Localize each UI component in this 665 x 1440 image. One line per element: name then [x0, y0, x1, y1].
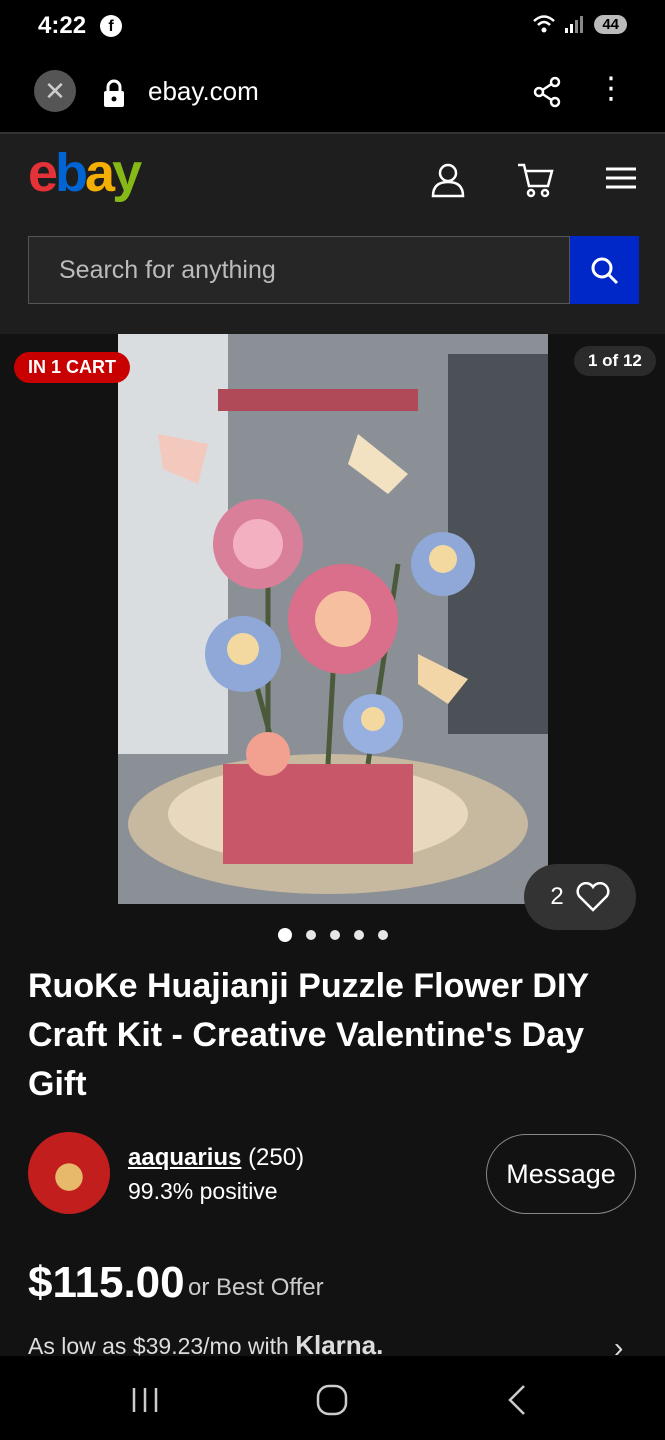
status-time: 4:22	[38, 12, 87, 39]
pagination-dot[interactable]	[354, 930, 364, 940]
recent-apps-icon[interactable]	[130, 1386, 160, 1414]
cart-icon[interactable]	[516, 162, 554, 198]
logo-letter-a: a	[85, 143, 115, 203]
pagination-dot[interactable]	[378, 930, 388, 940]
battery-indicator: 44	[594, 14, 627, 34]
item-title: RuoKe Huajianji Puzzle Flower DIY Craft …	[28, 967, 589, 1103]
ebay-logo[interactable]: ebay	[28, 142, 142, 204]
pagination-dot[interactable]	[330, 930, 340, 940]
logo-letter-e: e	[28, 143, 58, 203]
browser-toolbar: ✕ ebay.com ⋮	[0, 56, 665, 134]
hamburger-menu-icon[interactable]	[604, 166, 638, 192]
facebook-notification-icon: f	[100, 15, 122, 37]
pagination-dot[interactable]	[306, 930, 316, 940]
search-field-wrapper	[28, 236, 570, 304]
site-header: ebay	[0, 134, 665, 334]
search-icon	[591, 257, 619, 285]
signal-icon	[565, 16, 584, 33]
seller-name-link[interactable]: aaquarius	[128, 1144, 241, 1171]
logo-letter-b: b	[55, 143, 88, 203]
pagination-dot-active[interactable]	[278, 928, 292, 942]
search-button[interactable]	[570, 236, 639, 304]
logo-letter-y: y	[112, 143, 142, 203]
back-icon[interactable]	[506, 1384, 528, 1416]
seller-avatar[interactable]	[28, 1132, 110, 1214]
home-icon[interactable]	[316, 1384, 348, 1416]
in-cart-badge: IN 1 CART	[14, 352, 131, 383]
system-nav-bar	[0, 1356, 665, 1440]
url-text[interactable]: ebay.com	[148, 76, 259, 107]
browser-menu-icon[interactable]: ⋮	[596, 74, 626, 104]
image-pagination[interactable]	[278, 928, 388, 942]
seller-rating-count: (250)	[248, 1144, 305, 1171]
search-input[interactable]	[29, 237, 569, 303]
account-icon[interactable]	[430, 162, 466, 198]
watch-button[interactable]: 2	[524, 864, 636, 930]
message-button[interactable]: Message	[486, 1134, 636, 1214]
share-icon[interactable]	[532, 76, 562, 108]
item-price: $115.00	[28, 1258, 185, 1307]
lock-icon	[104, 79, 124, 107]
best-offer-label: or Best Offer	[188, 1274, 324, 1301]
product-image[interactable]	[118, 334, 548, 904]
image-counter: 1 of 12	[574, 346, 656, 376]
heart-icon	[576, 882, 610, 912]
image-gallery[interactable]: IN 1 CART 1 of 12 2	[0, 334, 665, 930]
wifi-icon	[533, 15, 556, 33]
seller-info: aaquarius (250) 99.3% positive	[128, 1144, 304, 1205]
close-tab-button[interactable]: ✕	[34, 70, 76, 112]
status-bar: 4:22 f 44	[0, 0, 665, 56]
seller-feedback: 99.3% positive	[128, 1178, 278, 1204]
flower-kit-illustration	[118, 334, 548, 904]
status-icons: 44	[532, 14, 627, 34]
watch-count: 2	[550, 883, 564, 910]
